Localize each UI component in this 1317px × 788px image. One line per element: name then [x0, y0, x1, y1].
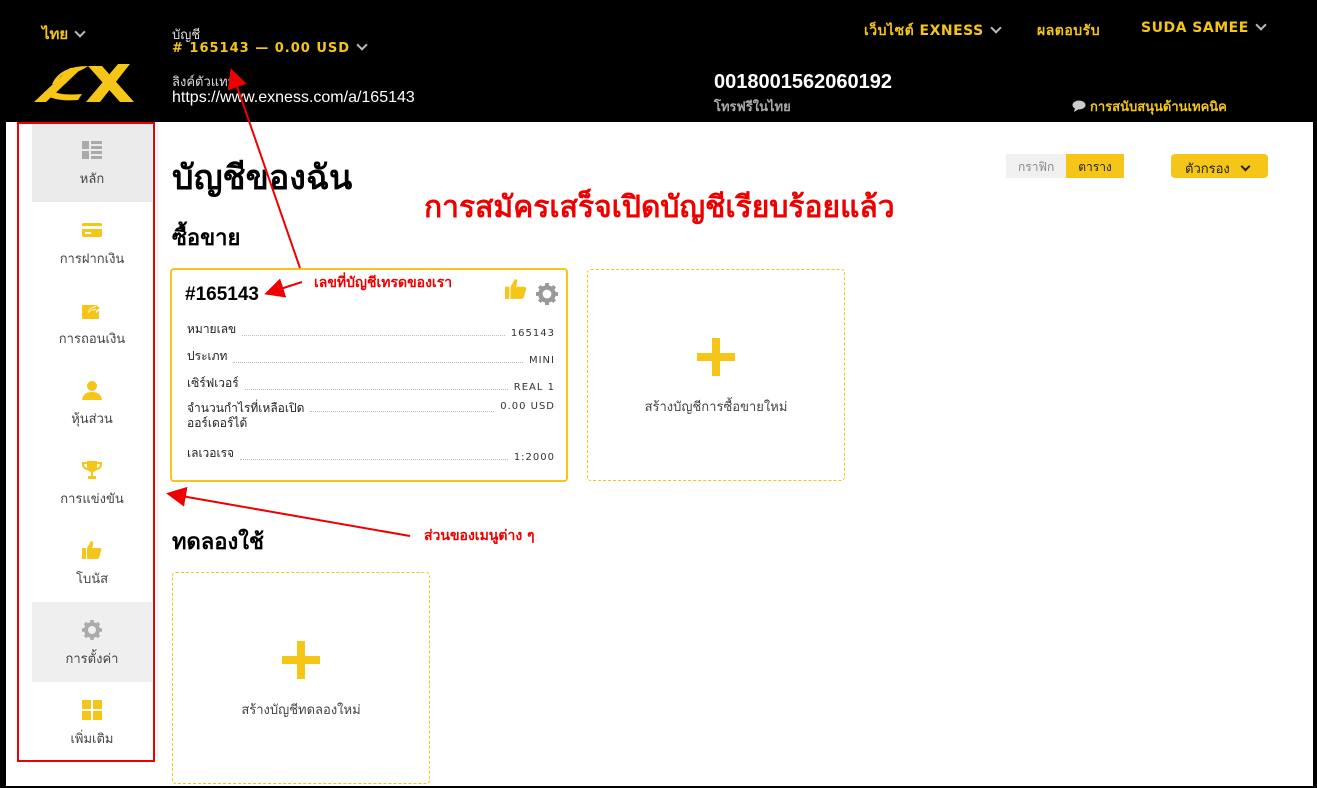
success-annotation: การสมัครเสร็จเปิดบัญชีเรียบร้อยแล้ว	[424, 190, 895, 225]
grid-icon	[82, 700, 102, 720]
chevron-down-icon	[1255, 19, 1267, 31]
chevron-down-icon	[1240, 161, 1251, 172]
trading-section-title: ซื้อขาย	[172, 226, 241, 251]
sidebar-item-label: หลัก	[79, 172, 105, 187]
account-row-free-margin: จำนวนกำไรที่เหลือเปิด ออร์เดอร์ได้ 0.00 US…	[187, 401, 555, 430]
sidebar-item-label: หุ้นส่วน	[71, 412, 113, 427]
tech-support-link[interactable]: การสนับสนุนด้านเทคนิค	[1072, 96, 1227, 117]
filter-dropdown[interactable]: ตัวกรอง	[1171, 154, 1268, 178]
support-phone-note: โทรฟรีในไทย	[714, 100, 791, 115]
account-row-leverage: เลเวอเรจ 1:2000	[187, 446, 555, 463]
sidebar-item-deposit[interactable]: การฝากเงิน	[32, 202, 152, 282]
sidebar-item-partner[interactable]: หุ้นส่วน	[32, 362, 152, 442]
account-selector[interactable]: # 165143 — 0.00 USD	[172, 39, 368, 56]
chevron-down-icon	[990, 22, 1002, 34]
sidebar-item-withdraw[interactable]: การถอนเงิน	[32, 282, 152, 362]
chat-bubble-icon	[1072, 100, 1086, 112]
main-area: หลัก การฝากเงิน การถอนเงิน หุ้นส่วน การแ…	[6, 122, 1313, 786]
site-link[interactable]: เว็บไซต์ EXNESS	[864, 20, 1002, 42]
dashboard-icon	[82, 141, 102, 159]
thumbs-up-icon[interactable]	[505, 278, 527, 300]
account-row-type: ประเภท MINI	[187, 349, 555, 366]
thumbs-up-icon	[82, 541, 102, 559]
menu-annotation: ส่วนของเมนูต่าง ๆ	[424, 528, 535, 544]
sidebar-item-label: การตั้งค่า	[65, 652, 119, 667]
sidebar-item-label: การแข่งขัน	[60, 492, 124, 507]
view-toggle: กราฟิก ตาราง	[1006, 154, 1124, 178]
view-graph-button[interactable]: กราฟิก	[1006, 154, 1067, 178]
gear-icon[interactable]	[536, 283, 558, 305]
plus-icon	[282, 641, 320, 679]
sidebar-item-main[interactable]: หลัก	[32, 122, 152, 202]
sidebar-item-bonus[interactable]: โบนัส	[32, 522, 152, 602]
chevron-down-icon	[74, 26, 86, 38]
chevron-down-icon	[356, 39, 368, 51]
support-phone: 0018001562060192	[714, 71, 892, 93]
sidebar-item-label: โบนัส	[75, 572, 109, 587]
view-table-button[interactable]: ตาราง	[1066, 154, 1124, 178]
language-selector[interactable]: ไทย	[42, 22, 86, 46]
sidebar-item-contests[interactable]: การแข่งขัน	[32, 442, 152, 522]
top-header: ไทย บัญชี # 165143 — 0.00 USD ลิงค์ตัวแท…	[0, 0, 1317, 122]
sidebar-item-settings[interactable]: การตั้งค่า	[32, 602, 152, 682]
credit-card-icon	[82, 223, 102, 237]
trophy-icon	[82, 461, 102, 479]
exness-logo[interactable]	[30, 60, 136, 106]
sidebar-item-label: การถอนเงิน	[58, 332, 126, 347]
sidebar-item-more[interactable]: เพิ่มเติม	[32, 682, 152, 762]
gear-icon	[82, 620, 102, 640]
feedback-link[interactable]: ผลตอบรับ	[1037, 20, 1100, 42]
account-row-server: เซิร์ฟเวอร์ REAL 1	[187, 376, 555, 393]
account-card-number: #165143	[185, 284, 259, 305]
plus-icon	[697, 338, 735, 376]
user-menu[interactable]: SUDA SAMEE	[1141, 19, 1267, 36]
user-icon	[82, 381, 102, 400]
demo-section-title: ทดลองใช้	[172, 530, 264, 555]
account-number-annotation: เลขที่บัญชีเทรดของเรา	[314, 275, 453, 291]
partner-link-url[interactable]: https://www.exness.com/a/165143	[172, 89, 415, 107]
sidebar-item-label: เพิ่มเติม	[70, 732, 114, 747]
page-title: บัญชีของฉัน	[172, 158, 353, 198]
sidebar-item-label: การฝากเงิน	[59, 252, 125, 267]
share-out-icon	[82, 303, 102, 319]
account-row-number: หมายเลข 165143	[187, 322, 555, 339]
account-card[interactable]: #165143 หมายเลข 165143 ประเภท MINI เซิร์ฟเ…	[170, 268, 568, 482]
new-demo-account-button[interactable]: สร้างบัญชีทดลองใหม่	[172, 572, 430, 784]
new-trading-account-button[interactable]: สร้างบัญชีการซื้อขายใหม่	[587, 269, 845, 481]
